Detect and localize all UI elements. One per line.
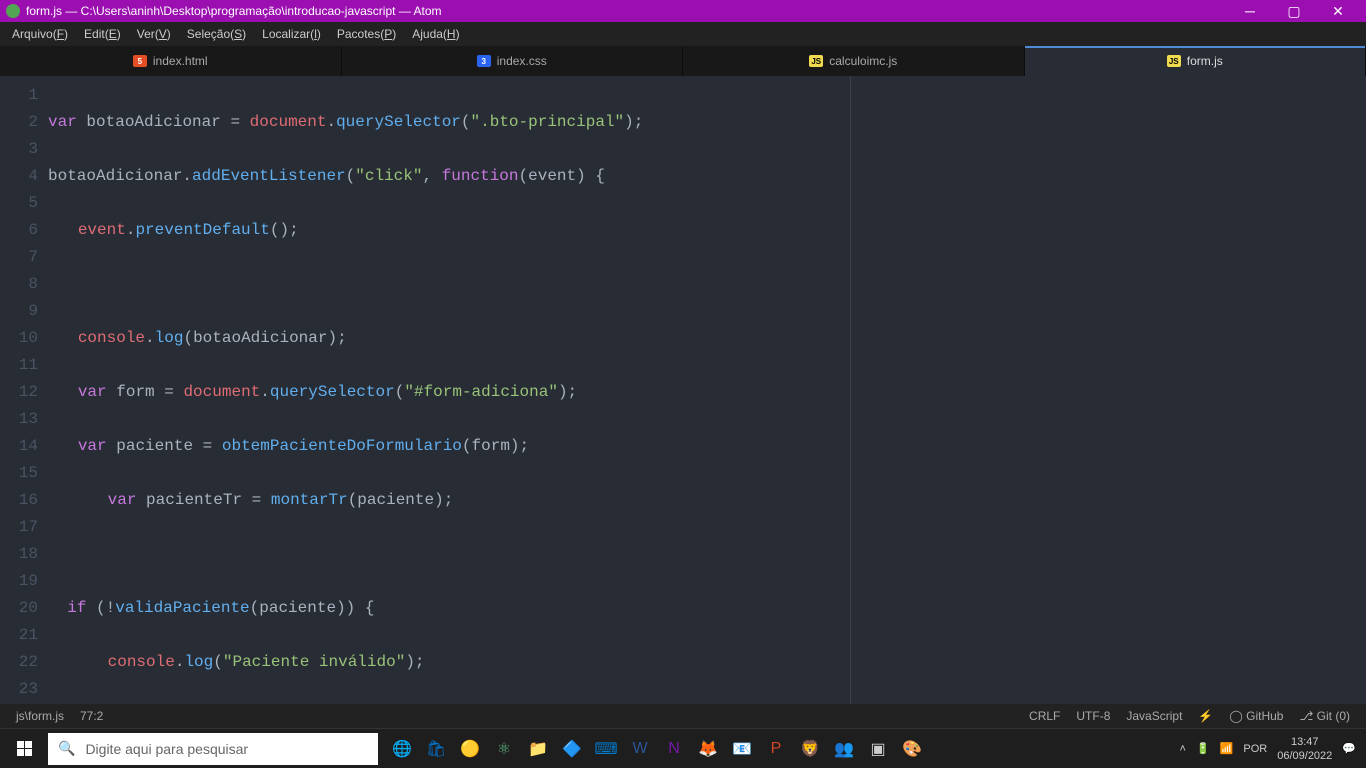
line-number: 23 xyxy=(0,676,38,703)
line-number: 10 xyxy=(0,325,38,352)
line-number: 19 xyxy=(0,568,38,595)
line-number: 15 xyxy=(0,460,38,487)
language-indicator[interactable]: POR xyxy=(1243,743,1267,755)
line-number: 4 xyxy=(0,163,38,190)
menu-ver[interactable]: Ver(V) xyxy=(129,27,179,41)
line-number: 2 xyxy=(0,109,38,136)
powerpoint-icon[interactable]: P xyxy=(762,735,790,763)
code-pane[interactable]: var botaoAdicionar = document.querySelec… xyxy=(48,76,1366,704)
status-github[interactable]: ◯ GitHub xyxy=(1221,709,1291,723)
tab-label: index.html xyxy=(153,54,208,68)
html5-icon: 5 xyxy=(133,55,147,67)
line-number: 20 xyxy=(0,595,38,622)
onenote-icon[interactable]: N xyxy=(660,735,688,763)
clock-time: 13:47 xyxy=(1277,735,1332,749)
line-number: 6 xyxy=(0,217,38,244)
line-number: 14 xyxy=(0,433,38,460)
explorer-icon[interactable]: 📁 xyxy=(524,735,552,763)
edge-icon[interactable]: 🌐 xyxy=(388,735,416,763)
store-icon[interactable]: 🛍 xyxy=(422,735,450,763)
tab-bar: 5 index.html 3 index.css JS calculoimc.js J… xyxy=(0,46,1366,76)
menu-selecao[interactable]: Seleção(S) xyxy=(179,27,254,41)
outlook-icon[interactable]: 📧 xyxy=(728,735,756,763)
line-number: 1 xyxy=(0,82,38,109)
wifi-icon[interactable]: 📶 xyxy=(1220,742,1234,755)
minimize-button[interactable]: ─ xyxy=(1228,0,1272,22)
firefox-icon[interactable]: 🦊 xyxy=(694,735,722,763)
status-language[interactable]: JavaScript xyxy=(1118,709,1190,723)
system-tray: ˄ 🔋 📶 POR 13:47 06/09/2022 💬 xyxy=(1170,735,1366,763)
window-titlebar: form.js — C:\Users\aninh\Desktop\program… xyxy=(0,0,1366,22)
line-number: 7 xyxy=(0,244,38,271)
taskbar-search[interactable]: 🔍 Digite aqui para pesquisar xyxy=(48,733,378,765)
menu-arquivo[interactable]: Arquivo(F) xyxy=(4,27,76,41)
status-line-ending[interactable]: CRLF xyxy=(1021,709,1068,723)
editor-area[interactable]: 1 2 3 4 5 6 7 8 9 10 11 12 13 14 15 16 1… xyxy=(0,76,1366,704)
line-number: 13 xyxy=(0,406,38,433)
tab-label: form.js xyxy=(1187,54,1223,68)
tab-index-css[interactable]: 3 index.css xyxy=(342,46,684,76)
taskbar-apps: 🌐 🛍 🟡 ⚛ 📁 🔷 ⌨ W N 🦊 📧 P 🦁 👥 ▣ 🎨 xyxy=(388,735,926,763)
atom-icon xyxy=(6,4,20,18)
search-icon: 🔍 xyxy=(58,740,75,757)
tab-label: index.css xyxy=(497,54,547,68)
app-icon[interactable]: 🔷 xyxy=(558,735,586,763)
tab-index-html[interactable]: 5 index.html xyxy=(0,46,342,76)
close-button[interactable]: ✕ xyxy=(1316,0,1360,22)
menu-ajuda[interactable]: Ajuda(H) xyxy=(404,27,467,41)
menu-edit[interactable]: Edit(E) xyxy=(76,27,129,41)
windows-taskbar: 🔍 Digite aqui para pesquisar 🌐 🛍 🟡 ⚛ 📁 🔷… xyxy=(0,728,1366,768)
line-number: 18 xyxy=(0,541,38,568)
js-icon: JS xyxy=(1167,55,1181,67)
windows-icon xyxy=(17,741,32,756)
line-number: 3 xyxy=(0,136,38,163)
line-number: 21 xyxy=(0,622,38,649)
js-icon: JS xyxy=(809,55,823,67)
vscode-icon[interactable]: ⌨ xyxy=(592,735,620,763)
notifications-icon[interactable]: 💬 xyxy=(1342,742,1356,755)
tab-form-js[interactable]: JS form.js xyxy=(1025,46,1366,76)
status-path[interactable]: js\form.js xyxy=(8,709,72,723)
status-bar: js\form.js 77:2 CRLF UTF-8 JavaScript ⚡ … xyxy=(0,704,1366,728)
start-button[interactable] xyxy=(0,741,48,756)
window-title: form.js — C:\Users\aninh\Desktop\program… xyxy=(26,4,1228,18)
line-number: 9 xyxy=(0,298,38,325)
menu-localizar[interactable]: Localizar(l) xyxy=(254,27,329,41)
menu-pacotes[interactable]: Pacotes(P) xyxy=(329,27,404,41)
tab-calculoimc-js[interactable]: JS calculoimc.js xyxy=(683,46,1025,76)
tray-chevron-icon[interactable]: ˄ xyxy=(1180,743,1186,755)
line-number: 8 xyxy=(0,271,38,298)
paint-icon[interactable]: 🎨 xyxy=(898,735,926,763)
brave-icon[interactable]: 🦁 xyxy=(796,735,824,763)
menubar: Arquivo(F) Edit(E) Ver(V) Seleção(S) Loc… xyxy=(0,22,1366,46)
clock-date: 06/09/2022 xyxy=(1277,749,1332,763)
css3-icon: 3 xyxy=(477,55,491,67)
line-number: 16 xyxy=(0,487,38,514)
clock[interactable]: 13:47 06/09/2022 xyxy=(1277,735,1332,763)
status-git[interactable]: ⎇ Git (0) xyxy=(1291,709,1358,723)
maximize-button[interactable]: ▢ xyxy=(1272,0,1316,22)
tab-label: calculoimc.js xyxy=(829,54,897,68)
line-number: 12 xyxy=(0,379,38,406)
telemetry-icon[interactable]: ⚡ xyxy=(1190,709,1221,723)
chrome-icon[interactable]: 🟡 xyxy=(456,735,484,763)
status-encoding[interactable]: UTF-8 xyxy=(1068,709,1118,723)
gutter: 1 2 3 4 5 6 7 8 9 10 11 12 13 14 15 16 1… xyxy=(0,76,48,704)
line-number: 22 xyxy=(0,649,38,676)
battery-icon[interactable]: 🔋 xyxy=(1196,742,1210,755)
word-icon[interactable]: W xyxy=(626,735,654,763)
line-number: 11 xyxy=(0,352,38,379)
terminal-icon[interactable]: ▣ xyxy=(864,735,892,763)
line-number: 17 xyxy=(0,514,38,541)
line-number: 5 xyxy=(0,190,38,217)
wrap-guide xyxy=(850,76,1366,704)
search-placeholder: Digite aqui para pesquisar xyxy=(85,741,248,757)
atom-icon[interactable]: ⚛ xyxy=(490,735,518,763)
teams-icon[interactable]: 👥 xyxy=(830,735,858,763)
status-cursor-pos[interactable]: 77:2 xyxy=(72,709,111,723)
